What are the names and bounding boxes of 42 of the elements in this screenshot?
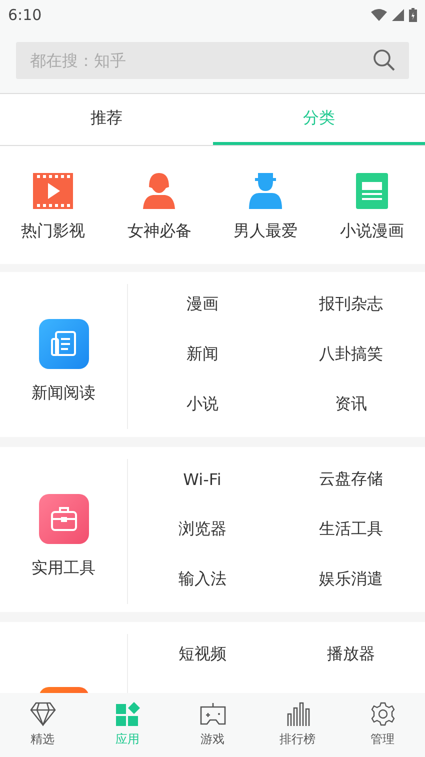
gamepad-icon[interactable] (200, 702, 226, 726)
subcategory-link[interactable]: 播放器 (326, 644, 375, 664)
search-field[interactable]: 都在搜：知乎 (16, 42, 409, 79)
book-icon[interactable] (356, 173, 388, 209)
bar-chart-icon[interactable] (286, 702, 310, 726)
document-icon[interactable] (38, 319, 88, 369)
subcategory-link[interactable]: 新闻 (186, 344, 218, 364)
tab[interactable]: 推荐 (0, 94, 212, 145)
subcategory-link[interactable]: 浏览器 (178, 518, 226, 540)
subcategory-link[interactable]: 短视频 (178, 644, 226, 664)
subcategory-link[interactable]: 八卦搞笑 (318, 344, 383, 364)
section-title[interactable]: 实用工具 (32, 558, 96, 579)
nav-tab[interactable]: 游戏 (170, 693, 255, 757)
battery-icon (409, 8, 417, 22)
subcategory-link[interactable]: 生活工具 (318, 518, 383, 540)
wifi-icon (371, 9, 387, 21)
woman-icon[interactable] (143, 173, 176, 209)
subcategory-link[interactable]: 输入法 (178, 568, 226, 590)
section-title[interactable]: 新闻阅读 (32, 383, 96, 404)
subcategory-link[interactable]: 云盘存储 (318, 468, 383, 490)
man-icon[interactable] (249, 173, 282, 209)
subcategory-link[interactable]: 报刊杂志 (318, 294, 383, 314)
diamond-icon[interactable] (30, 702, 56, 726)
category-label[interactable]: 女神必备 (127, 221, 192, 242)
subcategory-link[interactable]: 小说 (186, 394, 218, 414)
settings-icon[interactable] (370, 702, 394, 726)
subcategory-link[interactable]: Wi-Fi (183, 470, 222, 488)
search-icon[interactable] (373, 49, 395, 71)
subcategory-link[interactable]: 漫画 (186, 294, 218, 314)
category-label[interactable]: 热门影视 (21, 221, 86, 242)
status-time: 6:10 (8, 6, 42, 24)
subcategory-link[interactable]: 娱乐消遣 (318, 568, 383, 590)
signal-icon (392, 9, 404, 21)
category-label[interactable]: 男人最爱 (234, 221, 298, 242)
apps-icon[interactable] (116, 702, 140, 726)
toolbox-icon[interactable] (38, 494, 88, 544)
subcategory-link[interactable]: 资讯 (334, 394, 367, 414)
nav-tab[interactable]: 精选 (0, 693, 85, 757)
category-label[interactable]: 小说漫画 (340, 221, 404, 242)
nav-tab[interactable]: 管理 (340, 693, 425, 757)
film-icon[interactable] (33, 173, 74, 209)
nav-tab[interactable]: 排行榜 (255, 693, 340, 757)
